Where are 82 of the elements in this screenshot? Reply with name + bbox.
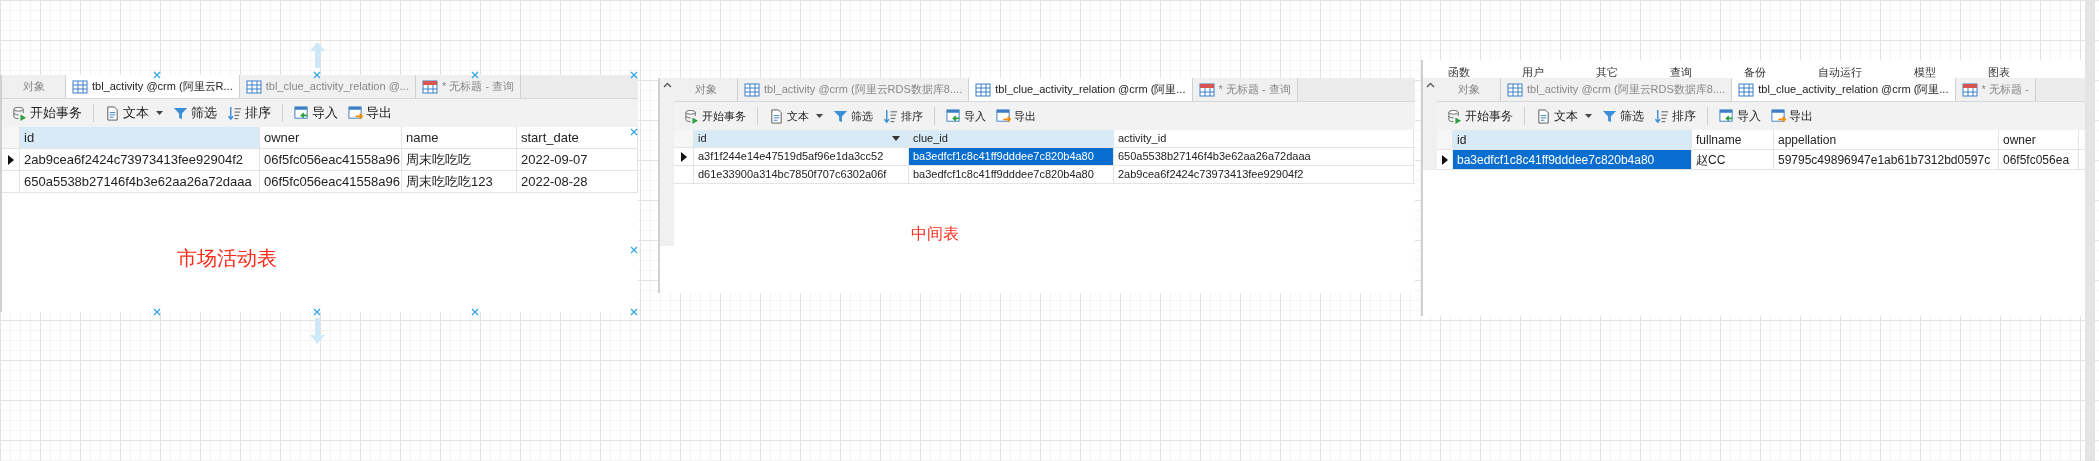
filter-icon	[1602, 108, 1617, 124]
table-icon	[744, 81, 760, 98]
column-header[interactable]: clue_id	[909, 130, 1114, 147]
toolbar-button[interactable]: 导入	[292, 103, 340, 123]
toolbar-button[interactable]: 导出	[346, 103, 394, 123]
table-icon	[245, 78, 262, 95]
table-icon	[1507, 81, 1523, 98]
database-icon	[1447, 108, 1462, 124]
menu-item[interactable]: 其它	[1596, 66, 1618, 78]
import-table-icon	[946, 108, 961, 124]
menu-item[interactable]: 图表	[1988, 66, 2010, 78]
database-icon	[684, 108, 699, 124]
resize-handle-icon[interactable]	[630, 71, 638, 79]
export-table-icon	[348, 105, 363, 121]
resize-handle-icon[interactable]	[630, 308, 638, 316]
resize-handle-icon[interactable]	[630, 246, 638, 254]
query-table-icon	[1198, 81, 1215, 98]
toolbar-button[interactable]: 文本	[767, 107, 825, 125]
document-icon	[105, 105, 120, 121]
menu-item[interactable]: 查询	[1670, 66, 1692, 78]
tab[interactable]: tbl_clue_activity_relation @crm (阿里...	[1732, 78, 1956, 101]
caret-icon	[1585, 114, 1592, 118]
toolbar-button[interactable]: 文本	[103, 103, 165, 123]
column-header[interactable]: id	[20, 127, 260, 148]
column-header[interactable]: id	[1453, 130, 1692, 149]
toolbar-button[interactable]: 导出	[1769, 107, 1815, 125]
query-table-icon	[422, 78, 438, 95]
toolbar-button[interactable]: 导入	[944, 107, 988, 125]
menu-item[interactable]: 模型	[1914, 66, 1936, 78]
toolbar-button[interactable]: 排序	[225, 103, 273, 123]
table-icon	[975, 81, 992, 98]
toolbar-button[interactable]: 导入	[1717, 107, 1763, 125]
sort-icon	[1654, 108, 1669, 124]
dropdown-caret-icon[interactable]	[892, 136, 900, 141]
export-table-icon	[1771, 108, 1786, 124]
menu-item[interactable]: 自动运行	[1818, 66, 1862, 78]
table-cell[interactable]: ba3edfcf1c8c41ff9dddee7c820b4a80	[1453, 150, 1692, 169]
toolbar-button[interactable]: 筛选	[1600, 107, 1646, 125]
toolbar-button[interactable]: 开始事务	[1445, 107, 1515, 125]
resize-handle-icon[interactable]	[313, 308, 321, 316]
import-table-icon	[1719, 108, 1734, 124]
toolbar-button[interactable]: 开始事务	[10, 103, 84, 123]
current-row-icon	[680, 151, 687, 162]
resize-handle-icon[interactable]	[153, 308, 161, 316]
resize-handle-icon[interactable]	[471, 308, 479, 316]
database-icon	[12, 105, 27, 121]
sort-icon	[227, 105, 242, 121]
sort-icon	[883, 108, 898, 124]
toolbar-button[interactable]: 排序	[881, 107, 925, 125]
caret-icon	[816, 114, 823, 118]
scrollbar[interactable]	[2085, 0, 2095, 461]
menu-item[interactable]: 备份	[1744, 66, 1766, 78]
tab[interactable]: tbl_clue_activity_relation @crm (阿里...	[969, 78, 1193, 101]
current-row-icon	[1441, 154, 1448, 165]
caret-icon	[156, 111, 163, 115]
resize-handle-icon[interactable]	[471, 71, 479, 79]
document-icon	[769, 108, 784, 124]
table-icon	[1738, 81, 1755, 98]
annotation-text: 中间表	[911, 225, 959, 242]
filter-icon	[833, 108, 848, 124]
document-icon	[1536, 108, 1551, 124]
menu-item[interactable]: 函数	[1448, 66, 1470, 78]
toolbar-button[interactable]: 排序	[1652, 107, 1698, 125]
export-table-icon	[996, 108, 1011, 124]
column-header[interactable]: id	[694, 130, 909, 147]
resize-handle-icon[interactable]	[630, 128, 638, 136]
filter-icon	[173, 105, 188, 121]
resize-handle-icon[interactable]	[153, 71, 161, 79]
menu-item[interactable]: 用户	[1522, 66, 1544, 78]
toolbar-button[interactable]: 文本	[1534, 107, 1594, 125]
table-icon	[72, 78, 88, 95]
toolbar-button[interactable]: 导出	[994, 107, 1038, 125]
query-table-icon	[1961, 81, 1978, 98]
current-row-icon	[7, 154, 14, 165]
import-table-icon	[294, 105, 309, 121]
tab[interactable]: tbl_activity @crm (阿里云R...	[66, 75, 240, 98]
table-cell[interactable]: ba3edfcf1c8c41ff9dddee7c820b4a80	[909, 148, 1114, 165]
toolbar-button[interactable]: 开始事务	[682, 107, 748, 125]
toolbar-button[interactable]: 筛选	[831, 107, 875, 125]
toolbar-button[interactable]: 筛选	[171, 103, 219, 123]
annotation-text: 市场活动表	[177, 247, 277, 269]
resize-handle-icon[interactable]	[313, 71, 321, 79]
